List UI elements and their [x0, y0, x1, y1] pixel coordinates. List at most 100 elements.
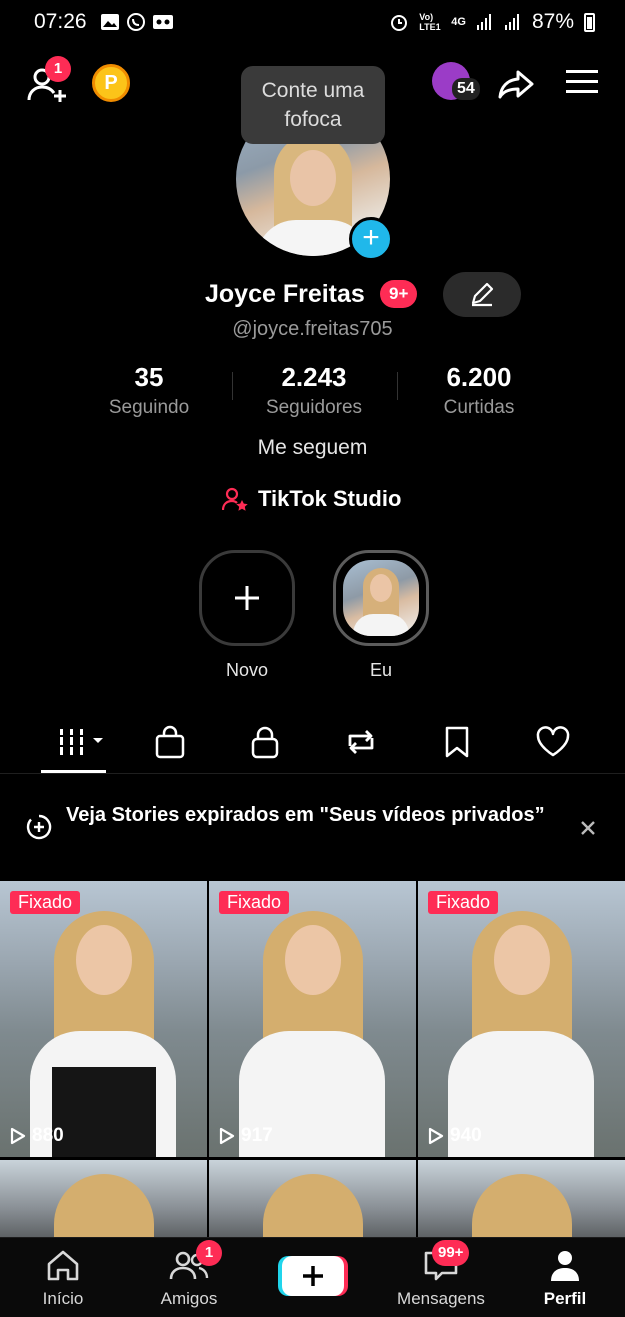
stat-label: Curtidas	[443, 397, 515, 418]
add-story-button[interactable]: +	[349, 217, 393, 261]
nav-messages[interactable]: Mensagens 99+	[386, 1240, 496, 1309]
bottom-navigation: Início Amigos 1 Mensagens 99+ Perfil	[0, 1237, 625, 1317]
share-icon[interactable]	[496, 64, 536, 104]
lock-icon	[251, 726, 279, 759]
home-icon	[47, 1250, 79, 1281]
gossip-tooltip[interactable]: Conte uma fofoca	[241, 66, 385, 144]
pinned-badge: Fixado	[428, 891, 499, 914]
tab-private[interactable]	[241, 722, 289, 762]
profile-handle: @joyce.freitas705	[232, 318, 393, 340]
stat-value: 2.243	[281, 362, 347, 392]
tab-reposts[interactable]	[337, 722, 385, 762]
tab-videos[interactable]	[50, 722, 110, 762]
stat-followers[interactable]: 2.243 Seguidores	[234, 362, 394, 419]
video-thumbnail[interactable]: Fixado 940	[418, 881, 625, 1157]
status-bar: 07:26 Vo) LTE1 4G 87%	[0, 0, 625, 46]
video-grid: Fixado 880 Fixado 917 Fixado 940	[0, 881, 625, 1237]
pinned-badge: Fixado	[219, 891, 290, 914]
menu-icon[interactable]	[566, 68, 598, 96]
stat-divider	[397, 372, 398, 400]
edit-profile-button[interactable]	[443, 272, 521, 317]
stat-label: Seguindo	[108, 397, 190, 418]
view-count: 917	[219, 1125, 273, 1147]
play-icon	[428, 1127, 444, 1145]
studio-label: TikTok Studio	[258, 486, 402, 511]
video-thumbnail[interactable]: Fixado 880	[0, 881, 207, 1157]
tab-favorites[interactable]	[433, 722, 481, 762]
voicemail-icon	[152, 12, 173, 32]
nav-profile-label: Perfil	[543, 1289, 587, 1308]
video-thumbnail[interactable]	[418, 1160, 625, 1237]
friend-request-badge: 1	[45, 56, 71, 82]
heart-icon	[536, 726, 570, 757]
studio-person-icon	[222, 487, 248, 511]
grid-lines-icon	[58, 729, 103, 755]
close-icon[interactable]	[578, 818, 598, 838]
play-icon	[10, 1127, 26, 1145]
lte-label: Vo) LTE1	[419, 12, 441, 32]
friends-badge: 1	[196, 1240, 222, 1266]
view-count-value: 880	[32, 1125, 64, 1146]
nav-friends-label: Amigos	[160, 1289, 218, 1308]
profile-name: Joyce Freitas	[205, 280, 365, 308]
my-story-label: Eu	[369, 660, 393, 680]
story-plus-icon	[26, 814, 52, 840]
battery-icon	[584, 12, 595, 32]
gallery-icon	[100, 12, 120, 32]
add-friend-button[interactable]: 1	[26, 56, 71, 106]
view-count-value: 940	[450, 1125, 482, 1146]
follow-me-link[interactable]: Me seguem	[0, 436, 625, 460]
stat-following[interactable]: 35 Seguindo	[69, 362, 229, 419]
status-right: Vo) LTE1 4G 87%	[389, 10, 595, 34]
new-story-ring	[199, 550, 295, 646]
signal-icon-2	[504, 14, 519, 30]
plus-icon	[235, 586, 259, 610]
stat-divider	[232, 372, 233, 400]
nav-profile[interactable]: Perfil	[510, 1248, 620, 1309]
view-count-value: 917	[241, 1125, 273, 1146]
stat-likes[interactable]: 6.200 Curtidas	[399, 362, 559, 419]
whatsapp-icon	[126, 12, 146, 32]
shopping-bag-icon	[155, 725, 185, 759]
creator-count-badge: 54	[452, 78, 480, 100]
video-thumbnail[interactable]	[0, 1160, 207, 1237]
new-story-label: Novo	[225, 660, 269, 680]
stat-value: 35	[134, 362, 164, 392]
nav-home-label: Início	[42, 1289, 84, 1308]
view-count: 940	[428, 1125, 482, 1147]
name-row: Joyce Freitas 9+	[0, 272, 625, 318]
battery-percent: 87%	[531, 10, 574, 33]
expired-stories-banner[interactable]: Veja Stories expirados em "Seus vídeos p…	[0, 786, 625, 868]
bookmark-icon	[445, 726, 469, 758]
signal-icon	[476, 14, 491, 30]
my-story-button[interactable]: Eu	[333, 550, 429, 681]
nav-messages-label: Mensagens	[397, 1289, 485, 1308]
video-thumbnail[interactable]: Fixado 917	[209, 881, 416, 1157]
my-story-ring	[333, 550, 429, 646]
pinned-badge: Fixado	[10, 891, 81, 914]
tab-liked[interactable]	[529, 722, 577, 762]
repost-icon	[348, 730, 374, 754]
stat-value: 6.200	[446, 362, 512, 392]
coin-icon[interactable]: P	[92, 64, 130, 102]
notification-icons	[100, 12, 173, 32]
network-label: 4G	[451, 16, 466, 28]
video-thumbnail[interactable]	[209, 1160, 416, 1237]
tiktok-studio-link[interactable]: TikTok Studio	[222, 486, 401, 512]
plus-create-icon	[278, 1256, 348, 1296]
status-time: 07:26	[34, 10, 87, 33]
nav-home[interactable]: Início	[8, 1248, 118, 1309]
my-story-thumbnail	[343, 560, 419, 636]
create-button[interactable]	[278, 1254, 348, 1298]
messages-badge: 99+	[432, 1240, 470, 1266]
profile-icon	[551, 1251, 579, 1281]
alarm-icon	[391, 15, 408, 31]
stat-label: Seguidores	[265, 397, 363, 418]
nav-friends[interactable]: Amigos 1	[134, 1240, 244, 1309]
active-tab-indicator	[41, 770, 106, 773]
name-badge[interactable]: 9+	[380, 280, 418, 308]
banner-text: Veja Stories expirados em "Seus vídeos p…	[66, 804, 545, 826]
new-story-button[interactable]: Novo	[199, 550, 295, 681]
tab-shop[interactable]	[146, 722, 194, 762]
profile-tabs	[0, 712, 625, 774]
